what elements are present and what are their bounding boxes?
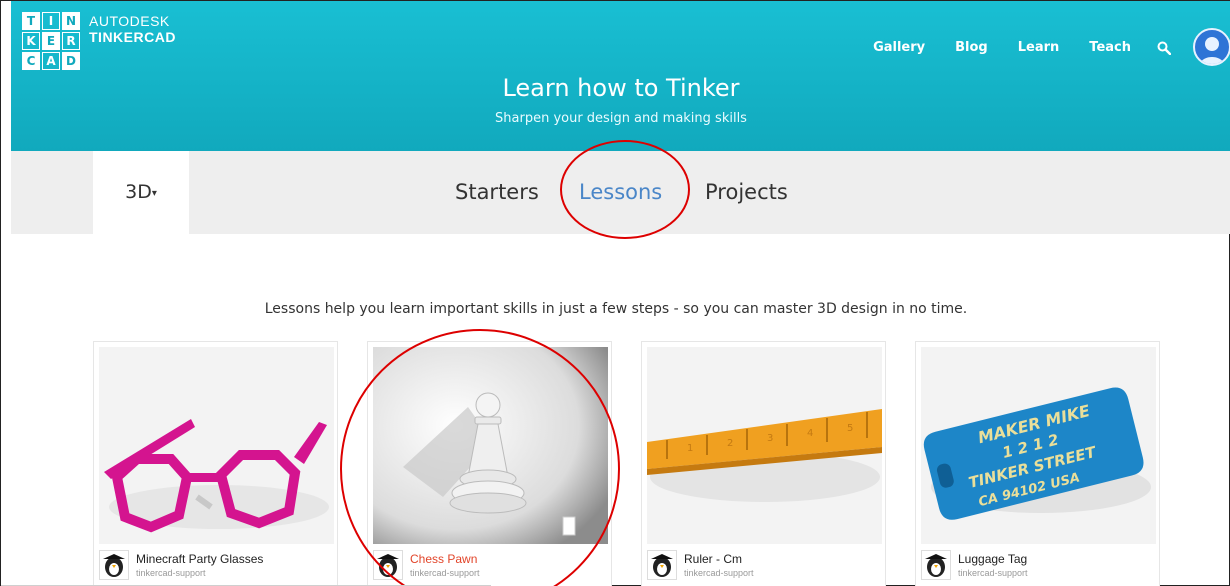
caret-down-icon: ▾ bbox=[151, 188, 157, 199]
author-avatar bbox=[99, 550, 129, 580]
tab-starters[interactable]: Starters bbox=[455, 151, 539, 234]
lesson-author[interactable]: tinkercad-support bbox=[958, 568, 1028, 578]
tinkercad-logo[interactable]: T I N K E R C A D bbox=[21, 11, 81, 71]
tinkercad-label: TINKERCAD bbox=[89, 29, 176, 45]
lesson-author[interactable]: tinkercad-support bbox=[136, 568, 206, 578]
nav-learn[interactable]: Learn bbox=[1018, 40, 1060, 55]
author-avatar bbox=[921, 550, 951, 580]
nav-teach[interactable]: Teach bbox=[1089, 40, 1131, 55]
logo-letter: I bbox=[42, 12, 60, 30]
logo-letter: D bbox=[62, 52, 80, 70]
lesson-card[interactable]: 1 2 3 4 5 Ruler - Cm tinkercad-support bbox=[641, 341, 886, 586]
lesson-thumbnail: MAKER MIKE 1 2 1 2 TINKER STREET CA 9410… bbox=[921, 347, 1156, 544]
logo-letter: E bbox=[42, 32, 60, 50]
lesson-thumbnail bbox=[99, 347, 334, 544]
annotation-circle-lessons bbox=[560, 140, 690, 239]
svg-text:2: 2 bbox=[727, 438, 733, 449]
logo-letter: T bbox=[22, 12, 40, 30]
dimension-label: 3D bbox=[125, 181, 152, 203]
lesson-thumbnail: 1 2 3 4 5 bbox=[647, 347, 882, 544]
svg-text:4: 4 bbox=[807, 428, 813, 439]
search-icon[interactable] bbox=[1157, 40, 1172, 56]
user-avatar-icon[interactable] bbox=[1193, 28, 1230, 66]
logo-letter: C bbox=[22, 52, 40, 70]
svg-text:5: 5 bbox=[847, 423, 853, 434]
lesson-title[interactable]: Luggage Tag bbox=[958, 552, 1027, 566]
lessons-intro: Lessons help you learn important skills … bbox=[264, 301, 968, 317]
nav-gallery[interactable]: Gallery bbox=[873, 40, 925, 55]
brand-wordmark[interactable]: AUTODESK TINKERCAD bbox=[89, 13, 176, 45]
tab-projects[interactable]: Projects bbox=[705, 151, 788, 234]
lesson-title[interactable]: Minecraft Party Glasses bbox=[136, 552, 263, 566]
lesson-title[interactable]: Ruler - Cm bbox=[684, 552, 742, 566]
logo-letter: N bbox=[62, 12, 80, 30]
logo-letter: K bbox=[22, 32, 40, 50]
page-title: Learn how to Tinker bbox=[502, 74, 740, 102]
logo-letter: A bbox=[42, 52, 60, 70]
page-subtitle: Sharpen your design and making skills bbox=[495, 111, 747, 126]
svg-text:3: 3 bbox=[767, 433, 773, 444]
lesson-card[interactable]: MAKER MIKE 1 2 1 2 TINKER STREET CA 9410… bbox=[915, 341, 1160, 586]
lesson-card[interactable]: Minecraft Party Glasses tinkercad-suppor… bbox=[93, 341, 338, 586]
logo-letter: R bbox=[62, 32, 80, 50]
lesson-author[interactable]: tinkercad-support bbox=[684, 568, 754, 578]
autodesk-label: AUTODESK bbox=[89, 13, 170, 29]
site-header: T I N K E R C A D AUTODESK TINKERCAD Gal… bbox=[11, 1, 1230, 151]
nav-blog[interactable]: Blog bbox=[955, 40, 988, 55]
svg-text:1: 1 bbox=[687, 443, 693, 454]
author-avatar bbox=[647, 550, 677, 580]
dimension-dropdown[interactable]: 3D▾ bbox=[93, 151, 189, 234]
